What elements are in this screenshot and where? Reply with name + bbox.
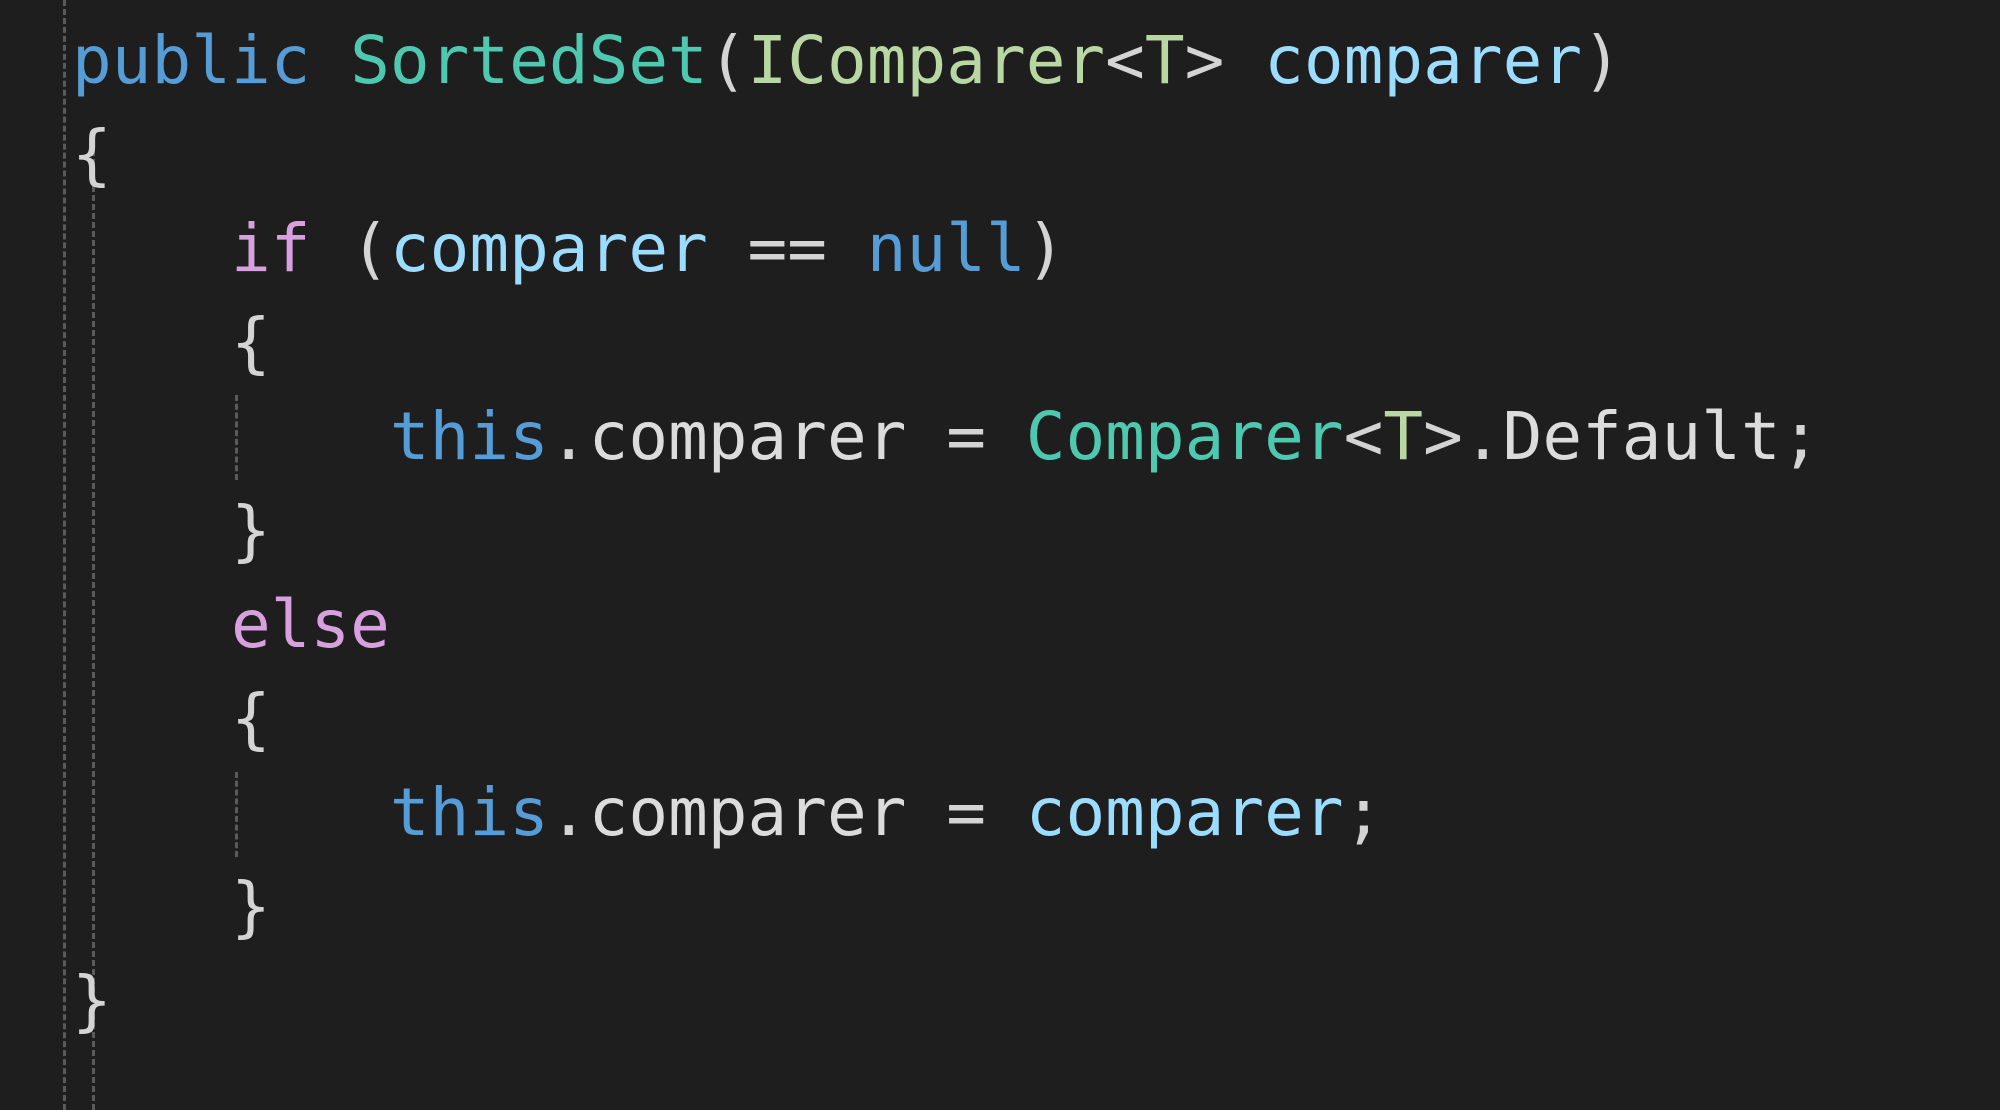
code-line[interactable]: if (comparer == null) <box>72 202 1066 296</box>
code-token-punct: ( <box>310 210 390 287</box>
code-token-punct: ( <box>707 22 748 99</box>
code-editor[interactable]: public SortedSet(IComparer<T> comparer){… <box>0 0 2000 1110</box>
code-token-punct <box>72 492 231 569</box>
code-token-punct: > <box>1184 22 1225 99</box>
code-token-type: Comparer <box>1025 398 1344 475</box>
code-token-punct: } <box>230 492 271 569</box>
code-token-punct: . <box>548 774 589 851</box>
code-token-param: comparer <box>1025 774 1344 851</box>
code-line[interactable]: } <box>72 954 112 1048</box>
code-token-punct: ) <box>1582 22 1622 99</box>
code-line[interactable]: { <box>72 296 271 390</box>
code-token-punct <box>72 304 231 381</box>
code-token-param: comparer <box>389 210 708 287</box>
code-line[interactable]: } <box>72 484 271 578</box>
code-token-control: else <box>230 586 390 663</box>
code-token-punct <box>72 586 231 663</box>
code-token-punct: . <box>1462 398 1503 475</box>
code-line[interactable]: { <box>72 672 271 766</box>
code-token-punct: == <box>707 210 867 287</box>
code-token-punct: ) <box>1025 210 1066 287</box>
code-token-punct: > <box>1423 398 1463 475</box>
code-token-keyword: public <box>72 22 311 99</box>
code-token-punct <box>72 774 390 851</box>
code-line[interactable]: this.comparer = comparer; <box>72 766 1383 860</box>
code-token-field: comparer <box>588 398 907 475</box>
code-line[interactable]: } <box>72 860 271 954</box>
code-token-punct <box>310 22 350 99</box>
code-line[interactable]: this.comparer = Comparer<T>.Default; <box>72 390 1821 484</box>
code-token-punct <box>72 210 231 287</box>
code-token-punct: { <box>230 304 271 381</box>
code-token-punct <box>1224 22 1264 99</box>
code-token-punct: { <box>72 116 112 193</box>
code-token-punct <box>72 868 231 945</box>
code-token-punct: ; <box>1780 398 1821 475</box>
code-token-keyword: this <box>389 398 549 475</box>
code-token-keyword: null <box>866 210 1026 287</box>
code-token-param: comparer <box>1264 22 1583 99</box>
code-token-punct: = <box>906 398 1026 475</box>
code-token-interface: IComparer <box>747 22 1106 99</box>
code-token-punct: } <box>72 962 112 1039</box>
code-token-field: comparer <box>588 774 907 851</box>
code-token-punct: } <box>230 868 271 945</box>
code-line[interactable]: public SortedSet(IComparer<T> comparer) <box>72 14 1622 108</box>
code-token-punct: < <box>1343 398 1384 475</box>
code-token-control: if <box>230 210 311 287</box>
code-token-punct: . <box>548 398 589 475</box>
code-token-field: Default <box>1502 398 1781 475</box>
code-line[interactable]: else <box>72 578 390 672</box>
code-token-keyword: this <box>389 774 549 851</box>
code-token-punct: ; <box>1343 774 1384 851</box>
code-line[interactable]: { <box>72 108 112 202</box>
code-token-punct: { <box>230 680 271 757</box>
code-token-interface: T <box>1144 22 1185 99</box>
code-token-punct: < <box>1105 22 1145 99</box>
code-token-interface: T <box>1383 398 1424 475</box>
indent-guide-outer <box>63 0 66 1110</box>
code-token-punct <box>72 398 390 475</box>
code-token-punct: = <box>906 774 1026 851</box>
code-token-type: SortedSet <box>350 22 708 99</box>
code-token-punct <box>72 680 231 757</box>
